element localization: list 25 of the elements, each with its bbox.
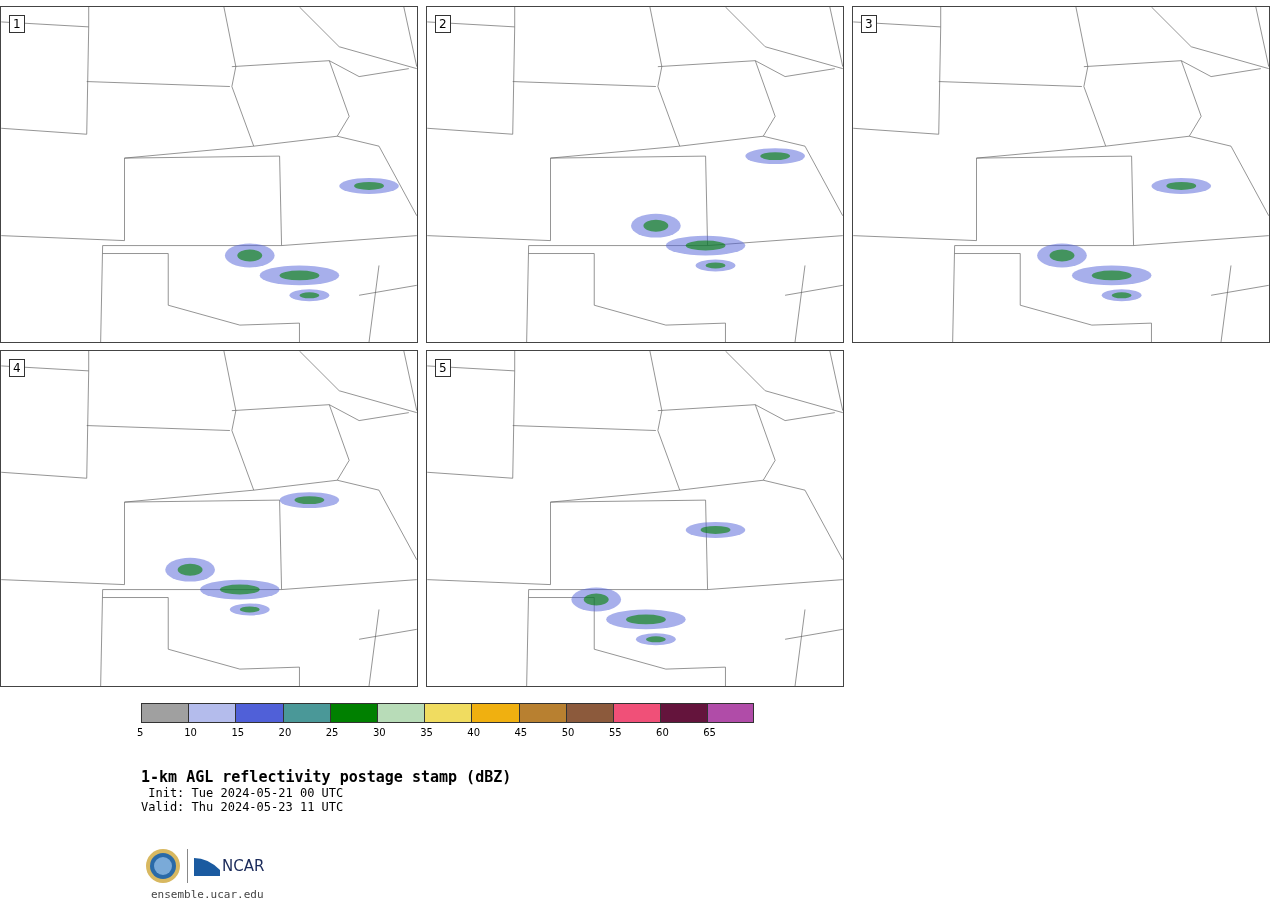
tick-label: 30 xyxy=(372,727,386,738)
tick-label: 40 xyxy=(467,727,481,738)
tick-label: 50 xyxy=(561,727,575,738)
tick-label: 65 xyxy=(703,727,716,738)
plot-title: 1-km AGL reflectivity postage stamp (dBZ) xyxy=(141,768,513,786)
valid-time: Valid: Thu 2024-05-23 11 UTC xyxy=(141,800,345,814)
tick-label: 5 xyxy=(137,727,144,738)
init-time: Init: Tue 2024-05-21 00 UTC xyxy=(147,786,345,800)
site-url: ensemble.ucar.edu xyxy=(151,888,265,901)
tick-label: 25 xyxy=(325,727,339,738)
panel-number: 4 xyxy=(9,359,25,377)
panel-number: 3 xyxy=(861,15,877,33)
tick-label: 60 xyxy=(656,727,669,738)
tick-label: 35 xyxy=(420,727,433,738)
tick-label: 10 xyxy=(184,727,197,738)
tick-label: 20 xyxy=(278,727,292,738)
panel-number: 5 xyxy=(435,359,451,377)
panel-number: 1 xyxy=(9,15,25,33)
tick-label: 15 xyxy=(231,727,245,738)
tick-label: 55 xyxy=(608,727,622,738)
seal-logo-icon xyxy=(145,848,181,884)
panel-number: 2 xyxy=(435,15,451,33)
wave-logo-icon xyxy=(194,856,220,876)
tick-label: 45 xyxy=(514,727,528,738)
logo-text: NCAR xyxy=(222,857,265,875)
